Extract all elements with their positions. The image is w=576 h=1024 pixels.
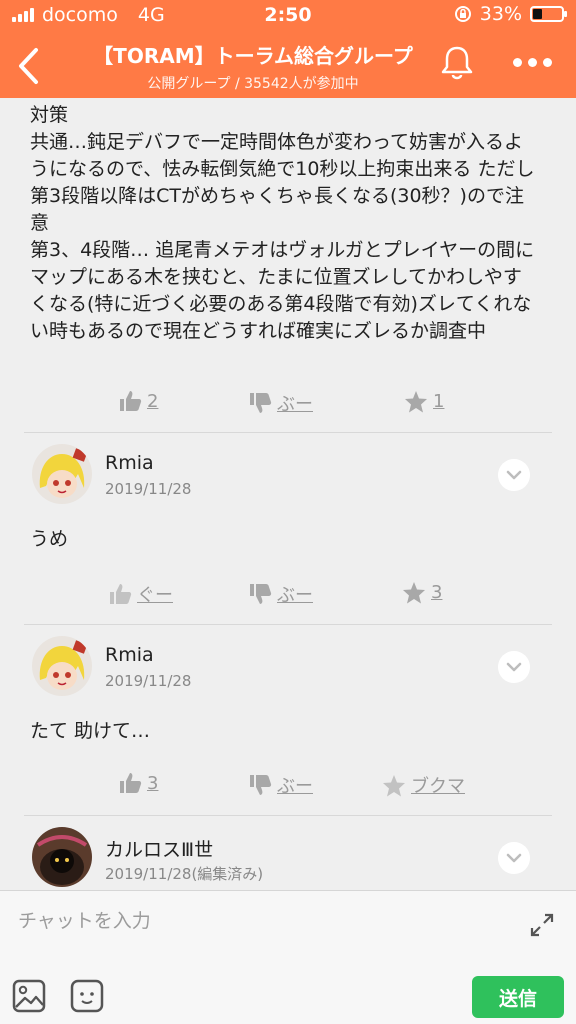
comment-author[interactable]: Rmia — [105, 644, 154, 666]
header-bar: docomo 4G 2:50 33% 【TORAM】トーラム総合グループ 公開グ… — [0, 0, 576, 98]
comment-actions: 3 ぶー ブクマ — [0, 772, 576, 802]
like-button[interactable]: ぐー — [108, 581, 173, 607]
battery-percent: 33% — [479, 3, 522, 25]
chevron-down-icon[interactable] — [498, 459, 530, 491]
divider — [24, 432, 552, 433]
group-title-block[interactable]: 【TORAM】トーラム総合グループ 公開グループ / 35542人が参加中 — [80, 40, 426, 93]
back-arrow-icon[interactable] — [14, 46, 44, 86]
comment-text: たて 助けて… — [30, 720, 151, 742]
status-bar: docomo 4G 2:50 33% — [0, 0, 576, 30]
avatar[interactable] — [32, 827, 92, 887]
thumbs-up-icon — [120, 773, 142, 793]
star-outline-icon — [383, 774, 405, 796]
comment-date: 2019/11/28 — [105, 480, 192, 498]
thread-content[interactable]: 対策 共通…鈍足デバフで一定時間体色が変わって妨害が入るようになるので、怯み転倒… — [0, 98, 576, 890]
post-body: 対策 共通…鈍足デバフで一定時間体色が変わって妨害が入るようになるので、怯み転倒… — [30, 104, 535, 342]
bell-icon[interactable] — [440, 44, 474, 80]
comment-author[interactable]: カルロスⅢ世 — [105, 835, 213, 862]
sticker-icon[interactable] — [70, 979, 104, 1013]
avatar[interactable] — [32, 444, 92, 504]
orientation-lock-icon — [454, 6, 471, 22]
more-menu-icon[interactable] — [513, 52, 553, 72]
like-button[interactable]: 3 — [118, 772, 158, 794]
bookmark-button[interactable]: ブクマ — [382, 772, 465, 798]
image-icon[interactable] — [12, 979, 46, 1013]
thumbs-down-icon — [250, 775, 272, 795]
battery-icon — [530, 6, 567, 22]
like-button[interactable]: 2 — [118, 390, 158, 412]
group-subtitle: 公開グループ / 35542人が参加中 — [147, 76, 359, 92]
chat-composer: 送信 — [0, 890, 576, 1024]
avatar[interactable] — [32, 636, 92, 696]
comment-date: 2019/11/28 — [105, 672, 192, 690]
star-icon — [403, 582, 425, 604]
group-title: 【TORAM】トーラム総合グループ — [93, 44, 413, 68]
comment-actions: ぐー ぶー 3 — [0, 581, 576, 611]
chevron-down-icon[interactable] — [498, 651, 530, 683]
thumbs-down-icon — [250, 584, 272, 604]
chat-input[interactable] — [18, 905, 488, 937]
send-button[interactable]: 送信 — [472, 976, 564, 1018]
divider — [24, 815, 552, 816]
comment-header: Rmia 2019/11/28 — [0, 444, 576, 514]
comment-header: カルロスⅢ世 2019/11/28(編集済み) — [0, 827, 576, 890]
divider — [24, 624, 552, 625]
dislike-button[interactable]: ぶー — [248, 772, 313, 798]
comment-author[interactable]: Rmia — [105, 452, 154, 474]
comment-text: うめ — [30, 528, 69, 550]
expand-icon[interactable] — [528, 911, 556, 939]
comment-header: Rmia 2019/11/28 — [0, 636, 576, 706]
dislike-button[interactable]: ぶー — [248, 390, 313, 416]
star-icon — [405, 391, 427, 413]
thumbs-up-icon — [120, 391, 142, 411]
comment-date: 2019/11/28(編集済み) — [105, 865, 264, 883]
dislike-button[interactable]: ぶー — [248, 581, 313, 607]
star-button[interactable]: 3 — [402, 581, 442, 604]
thumbs-down-icon — [250, 393, 272, 413]
chevron-down-icon[interactable] — [498, 842, 530, 874]
thumbs-up-icon — [110, 584, 132, 604]
star-button[interactable]: 1 — [404, 390, 444, 413]
post-actions: 2 ぶー 1 — [0, 390, 576, 420]
